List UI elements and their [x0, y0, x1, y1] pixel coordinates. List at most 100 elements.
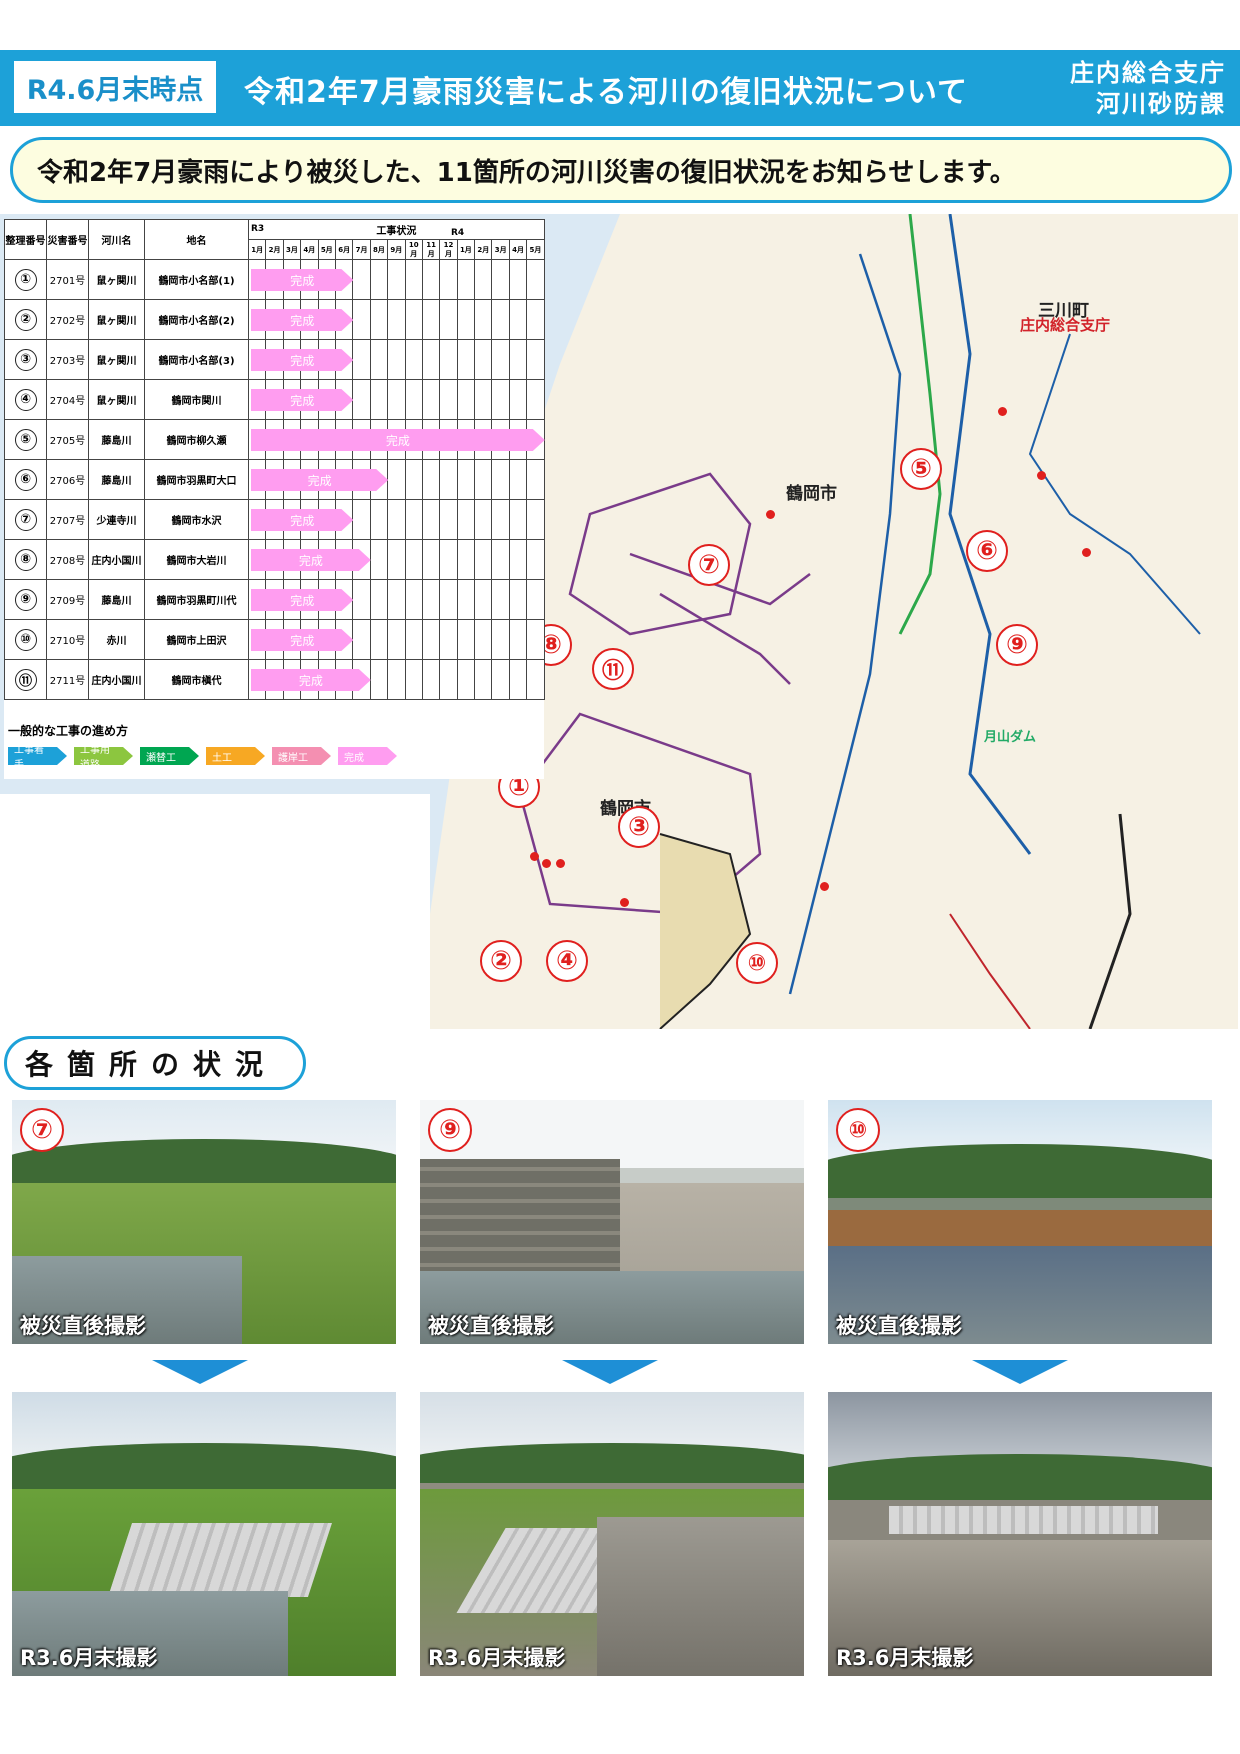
- progress-bar: 完成: [251, 669, 371, 691]
- map-boundary: [659, 833, 752, 1029]
- legend-step: 工事用道路: [74, 747, 133, 765]
- gantt-cell: [421, 619, 441, 660]
- photo-caption-after: R3.6月末撮影: [836, 1646, 974, 1670]
- photo-caption-before: 被災直後撮影: [428, 1314, 554, 1338]
- gantt-cell: 完成: [247, 659, 266, 700]
- disaster-number: 2704号: [46, 379, 89, 420]
- gantt-cell: [421, 459, 441, 500]
- gantt-cell: [491, 539, 510, 580]
- gantt-cell: [474, 459, 493, 500]
- row-number: ⑦: [4, 499, 47, 540]
- table-row: ① 2701号 鼠ヶ関川 鶴岡市小名部(1) 完成: [4, 259, 545, 300]
- th-no: 整理番号: [4, 219, 47, 260]
- gantt-cell: 完成: [247, 459, 266, 500]
- gantt-cell: [491, 379, 510, 420]
- row-number-badge: ③: [14, 348, 37, 371]
- gantt-cell: [421, 259, 441, 300]
- month-header: 2月: [474, 239, 493, 260]
- th-disaster-no: 災害番号: [46, 219, 89, 260]
- photo-wall: [889, 1505, 1159, 1534]
- map-label-city: 鶴岡市: [786, 484, 837, 504]
- row-number: ③: [4, 339, 47, 380]
- map-label-office: 庄内総合支庁: [1020, 316, 1111, 334]
- map-boundary-east: [1088, 813, 1132, 1029]
- gantt-cell: [474, 579, 493, 620]
- gantt-cell: 完成: [247, 619, 266, 660]
- place-name: 鶴岡市関川: [144, 379, 249, 420]
- month-header: 1月: [247, 239, 267, 260]
- photo-site-number: ⑨: [428, 1108, 472, 1152]
- date-tag: R4.6月末時点: [14, 61, 216, 113]
- table-row: ⑦ 2707号 少連寺川 鶴岡市水沢 完成: [4, 499, 545, 540]
- gantt-cell: [369, 259, 389, 300]
- legend-step: 護岸工: [272, 747, 331, 765]
- gantt-cell: [369, 499, 389, 540]
- river-name: 庄内小国川: [88, 539, 145, 580]
- month-header: 10月: [404, 239, 423, 260]
- disaster-number: 2706号: [46, 459, 89, 500]
- gantt-cell: [439, 499, 458, 540]
- legend-step: 土工: [206, 747, 265, 765]
- gantt-cell: [474, 499, 493, 540]
- gantt-cell: [421, 579, 441, 620]
- th-river: 河川名: [88, 219, 145, 260]
- gantt-cell: [404, 299, 423, 340]
- disaster-number: 2701号: [46, 259, 89, 300]
- disaster-number: 2708号: [46, 539, 89, 580]
- gantt-cell: [456, 499, 476, 540]
- map-marker-dot-6: [1037, 471, 1046, 480]
- th-status: R3 工事状況 R4: [248, 219, 545, 240]
- row-number-badge: ⑥: [14, 468, 37, 491]
- disaster-number: 2711号: [46, 659, 89, 700]
- gantt-cell: [439, 619, 458, 660]
- gantt-cell: [474, 379, 493, 420]
- header-bar: R4.6月末時点 令和2年7月豪雨災害による河川の復旧状況について 庄内総合支庁…: [0, 50, 1240, 126]
- gantt-cell: [491, 259, 510, 300]
- gantt-cell: [352, 499, 371, 540]
- gantt-cell: [456, 259, 476, 300]
- progress-bar: 完成: [251, 429, 545, 451]
- intro-banner: 令和2年7月豪雨により被災した、11箇所の河川災害の復旧状況をお知らせします。: [10, 137, 1232, 203]
- gantt-cell: [352, 259, 371, 300]
- gantt-cell: [491, 339, 510, 380]
- month-header: 1月: [456, 239, 476, 260]
- gantt-cell: [439, 379, 458, 420]
- river-name: 少連寺川: [88, 499, 145, 540]
- th-period-r4: R4: [451, 228, 465, 238]
- row-number: ⑩: [4, 619, 47, 660]
- disaster-number: 2707号: [46, 499, 89, 540]
- gantt-cell: [404, 659, 423, 700]
- photo-site-number: ⑩: [836, 1108, 880, 1152]
- gantt-cell: [508, 339, 528, 380]
- place-name: 鶴岡市小名部(1): [144, 259, 249, 300]
- month-header: 4月: [300, 239, 319, 260]
- disaster-number: 2702号: [46, 299, 89, 340]
- row-number: ⑤: [4, 419, 47, 460]
- section-title: 各箇所の状況: [4, 1036, 306, 1090]
- gantt-cell: [491, 499, 510, 540]
- gantt-cell: [526, 459, 545, 500]
- gantt-cell: [456, 579, 476, 620]
- gantt-cell: [456, 619, 476, 660]
- gantt-cell: [404, 619, 423, 660]
- gantt-cell: [474, 619, 493, 660]
- gantt-cell: [387, 619, 406, 660]
- map-marker-5: ⑤: [900, 448, 942, 490]
- row-number-badge: ⑦: [14, 508, 37, 531]
- table-row: ② 2702号 鼠ヶ関川 鶴岡市小名部(2) 完成: [4, 299, 545, 340]
- table-row: ⑩ 2710号 赤川 鶴岡市上田沢 完成: [4, 619, 545, 660]
- row-number-badge: ①: [14, 268, 37, 291]
- map-label-dam: 月山ダム: [984, 730, 1037, 745]
- map-marker-6: ⑥: [966, 530, 1008, 572]
- month-header: 2月: [265, 239, 284, 260]
- gantt-cell: [369, 339, 389, 380]
- gantt-cell: [526, 619, 545, 660]
- map-river-fujishima: [1028, 333, 1201, 635]
- gantt-cell: [508, 259, 528, 300]
- gantt-cell: [369, 299, 389, 340]
- row-number: ⑪: [4, 659, 47, 700]
- legend-step: 瀬替工: [140, 747, 199, 765]
- gantt-cell: [369, 539, 389, 580]
- gantt-cell: [369, 379, 389, 420]
- gantt-cell: [491, 459, 510, 500]
